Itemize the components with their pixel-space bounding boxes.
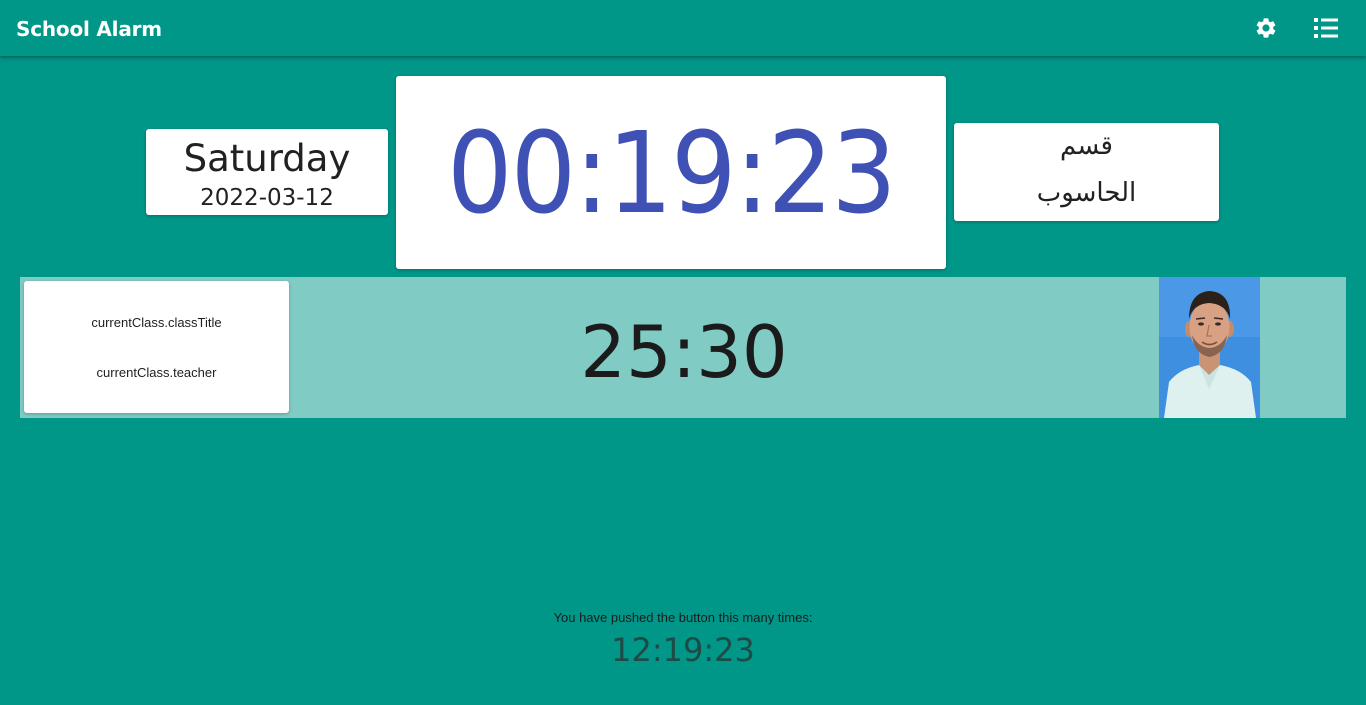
department-label: قسم xyxy=(1060,131,1113,161)
day-name: Saturday xyxy=(183,137,351,180)
teacher-photo xyxy=(1159,277,1260,418)
class-countdown: 25:30 xyxy=(580,310,788,394)
list-button[interactable] xyxy=(1306,8,1346,48)
settings-button[interactable] xyxy=(1246,8,1286,48)
date-value: 2022-03-12 xyxy=(200,185,334,211)
clock-card: 00:19:23 xyxy=(396,76,946,269)
class-title: currentClass.classTitle xyxy=(91,315,222,330)
current-class-card: currentClass.classTitle currentClass.tea… xyxy=(24,281,289,413)
department-name: الحاسوب xyxy=(1036,178,1137,208)
list-icon xyxy=(1314,18,1338,38)
counter-value: 12:19:23 xyxy=(611,631,755,669)
clock-time: 00:19:23 xyxy=(446,109,897,239)
current-class-band: currentClass.classTitle currentClass.tea… xyxy=(20,277,1346,418)
app-title: School Alarm xyxy=(16,17,162,41)
app-bar: School Alarm xyxy=(0,0,1366,56)
class-teacher: currentClass.teacher xyxy=(96,365,217,380)
gear-icon xyxy=(1256,18,1276,38)
date-card: Saturday 2022-03-12 xyxy=(146,129,388,215)
teacher-portrait xyxy=(1159,277,1260,418)
counter-label: You have pushed the button this many tim… xyxy=(553,610,813,625)
department-card: قسم الحاسوب xyxy=(954,123,1219,221)
